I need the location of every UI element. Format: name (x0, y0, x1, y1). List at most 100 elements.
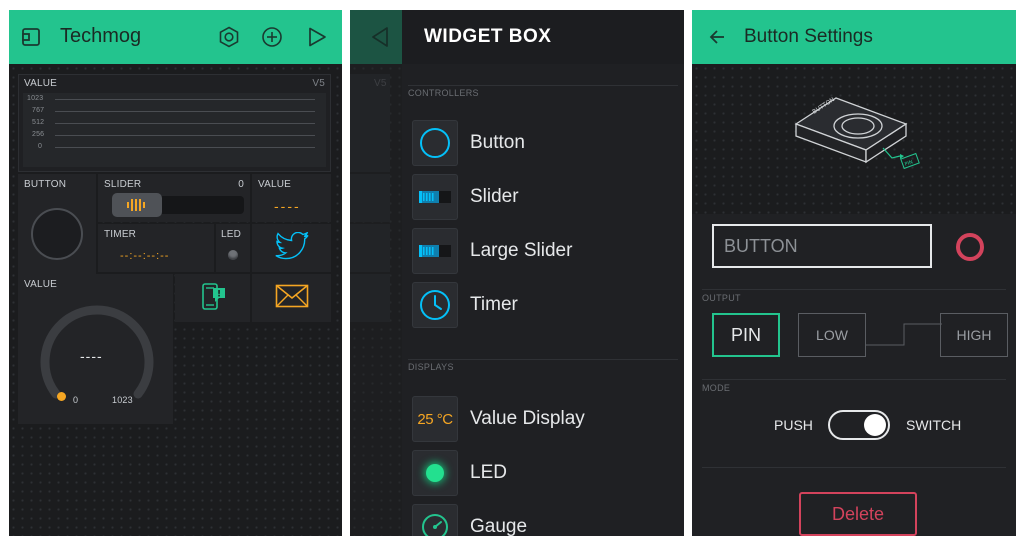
peek-tile (350, 224, 390, 272)
widget-item-slider[interactable]: Slider (412, 174, 519, 220)
widget-item-label: Slider (470, 186, 519, 207)
widget-item-value-display[interactable]: 25 °C Value Display (412, 396, 585, 442)
value-display-label: VALUE (258, 179, 292, 190)
widget-box-header: WIDGET BOX (402, 10, 684, 64)
twitter-widget[interactable] (252, 224, 331, 272)
slider-value: 0 (238, 179, 244, 190)
project-title: Techmog (60, 25, 142, 47)
delete-button[interactable]: Delete (799, 492, 917, 536)
value-display-icon: 25 °C (412, 396, 458, 442)
email-widget[interactable] (252, 274, 331, 322)
notification-widget[interactable]: ! (175, 274, 250, 322)
section-divider (702, 379, 1006, 380)
gauge-max-label: 1023 (112, 395, 133, 405)
project-icon[interactable] (21, 27, 41, 47)
chart-gridline (55, 111, 315, 112)
mode-toggle-knob (864, 414, 886, 436)
chart-gridline (55, 123, 315, 124)
output-section-label: OUTPUT (702, 293, 741, 303)
widget-item-button[interactable]: Button (412, 120, 525, 166)
add-widget-icon[interactable] (261, 26, 283, 48)
pin-select-label: PIN (730, 324, 761, 345)
slider-widget-label: SLIDER (104, 179, 142, 190)
widget-name-input[interactable]: BUTTON (712, 224, 932, 268)
gauge-label: VALUE (24, 279, 58, 290)
round-button-control[interactable] (31, 208, 83, 260)
value-history-chart[interactable]: VALUE V5 1023 767 512 256 0 (18, 74, 331, 172)
twitter-bird-icon (274, 230, 310, 265)
slider-widget[interactable]: SLIDER 0 (98, 174, 250, 222)
chart-tick-label: 767 (32, 107, 45, 114)
peek-tile (350, 274, 390, 322)
button-settings-panel: Button Settings BUTTON PIN BUTTON OUTPUT… (692, 10, 1016, 536)
back-triangle-icon[interactable] (370, 26, 390, 53)
delete-button-label: Delete (831, 503, 885, 524)
widget-color-picker[interactable] (956, 233, 984, 261)
clock-icon (412, 282, 458, 328)
chart-label: VALUE (24, 78, 58, 89)
led-widget[interactable]: LED (216, 224, 250, 272)
illustration-pin-label: PIN (904, 159, 914, 168)
widget-item-large-slider[interactable]: Large Slider (412, 228, 572, 274)
circle-outline-icon (412, 120, 458, 166)
chart-gridline (55, 147, 315, 148)
widget-item-gauge[interactable]: Gauge (412, 504, 527, 536)
widget-item-timer[interactable]: Timer (412, 282, 518, 328)
led-label: LED (221, 229, 242, 240)
chart-pin-label: V5 (312, 78, 325, 89)
widget-box-panel: V5 WIDGET BOX CONTROLLERS Button Slider … (350, 10, 684, 536)
widget-item-label: Timer (470, 294, 518, 315)
widget-item-label: Large Slider (470, 240, 573, 261)
value-display-icon-text: 25 °C (417, 410, 453, 428)
value-display-widget[interactable]: VALUE ---- (252, 174, 331, 222)
button-widget-label: BUTTON (24, 179, 67, 190)
slider-handle[interactable] (112, 193, 162, 217)
chart-tick-label: 1023 (27, 95, 44, 102)
project-canvas-panel: Techmog VALUE V5 1023 767 512 256 0 BUTT… (9, 10, 342, 536)
back-arrow-icon[interactable] (708, 28, 726, 51)
gauge-value: ---- (80, 348, 103, 364)
widget-item-label: Button (470, 132, 525, 153)
displays-section-label: DISPLAYS (408, 362, 454, 372)
value-display-value: ---- (274, 198, 301, 214)
button-device-illustration: BUTTON PIN (794, 96, 920, 170)
svg-text:!: ! (216, 289, 220, 299)
widget-item-led[interactable]: LED (412, 450, 507, 496)
gauge-widget[interactable]: VALUE ---- 0 1023 (18, 274, 173, 424)
pin-select-button[interactable]: PIN (712, 313, 780, 357)
section-divider (702, 289, 1006, 290)
led-icon (412, 450, 458, 496)
widget-item-label: Gauge (470, 516, 528, 536)
large-slider-icon (412, 228, 458, 274)
widget-name-value: BUTTON (724, 236, 798, 256)
dimmed-canvas-peek: V5 (350, 10, 402, 536)
section-divider (408, 359, 678, 360)
gauge-min-dot (57, 392, 66, 401)
timer-widget[interactable]: TIMER --:--:--:-- (98, 224, 214, 272)
button-widget[interactable]: BUTTON (18, 174, 96, 274)
mode-push-label: PUSH (774, 417, 813, 433)
high-value-button[interactable]: HIGH (940, 313, 1008, 357)
settings-hexagon-icon[interactable] (218, 26, 240, 48)
low-value-button[interactable]: LOW (798, 313, 866, 357)
timer-value: --:--:--:-- (120, 250, 170, 262)
led-indicator (228, 250, 238, 260)
button-illustration-area: BUTTON PIN (692, 64, 1016, 214)
mode-switch-label: SWITCH (906, 417, 962, 433)
play-icon[interactable] (306, 26, 328, 48)
widget-box-title: WIDGET BOX (424, 26, 552, 47)
widget-item-label: Value Display (470, 408, 585, 429)
chart-tick-label: 512 (32, 119, 45, 126)
low-value-label: LOW (816, 327, 848, 343)
project-header: Techmog (9, 10, 342, 64)
peek-tile (350, 174, 390, 222)
chart-tick-label: 256 (32, 131, 45, 138)
mode-section-label: MODE (702, 383, 731, 393)
section-divider (702, 467, 1006, 468)
low-high-connector (866, 323, 942, 346)
timer-label: TIMER (104, 229, 137, 240)
gauge-icon (412, 504, 458, 536)
mode-toggle[interactable] (828, 410, 890, 440)
phone-notification-icon: ! (198, 281, 228, 316)
slider-icon (412, 174, 458, 220)
